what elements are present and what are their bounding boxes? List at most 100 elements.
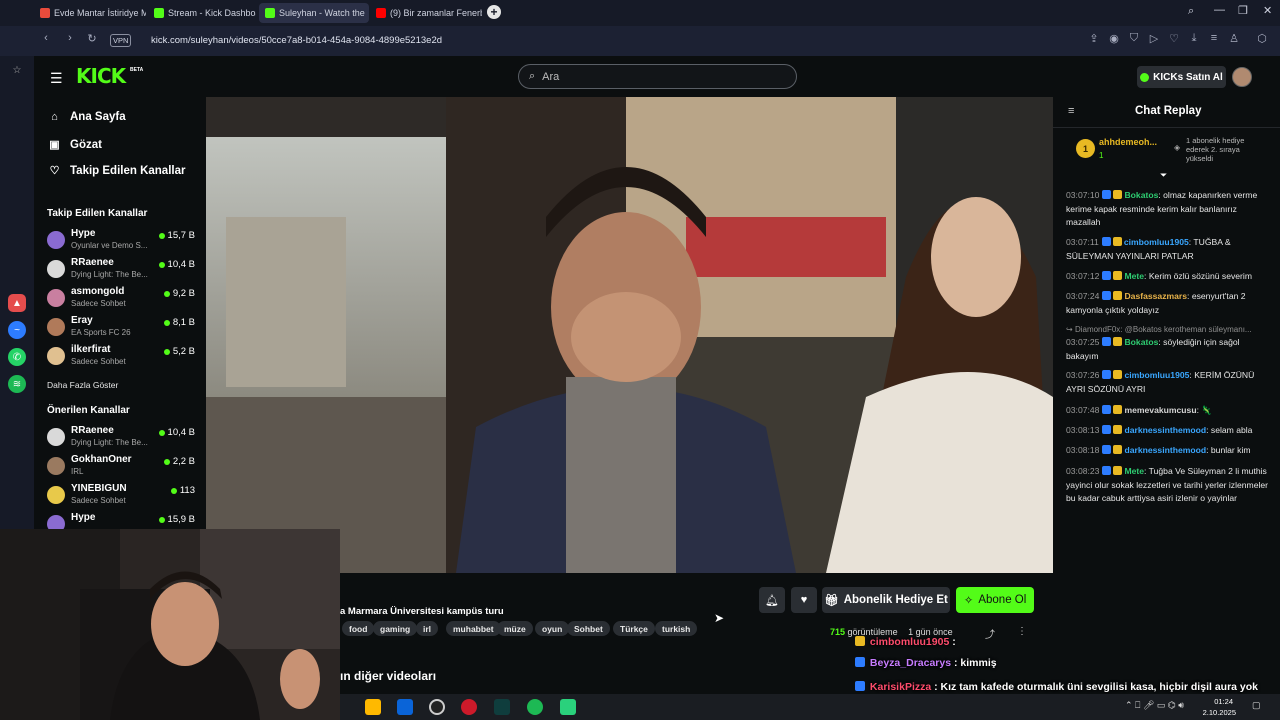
forward-icon[interactable]: › — [62, 32, 78, 44]
spotify-icon[interactable] — [527, 699, 543, 715]
tag-chip[interactable]: Sohbet — [567, 621, 610, 636]
channel-item[interactable]: Eray EA Sports FC 26 8,1 B — [47, 315, 197, 341]
nav-following[interactable]: ♡ Takip Edilen Kanallar — [48, 164, 186, 178]
beta-badge: BETA — [130, 67, 144, 73]
chat-username[interactable]: Bokatos — [1124, 337, 1158, 347]
share-icon[interactable]: ⇪ — [1086, 32, 1102, 45]
profile-icon[interactable]: ♙ — [1226, 32, 1242, 45]
app-icon[interactable]: ▲ — [8, 294, 26, 312]
avatar — [47, 260, 65, 278]
more-options-icon[interactable]: ⋮ — [1017, 626, 1027, 637]
follow-button[interactable]: ♥ — [791, 587, 817, 613]
gift-icon: 🎁︎ — [824, 595, 839, 607]
hamburger-icon[interactable]: ☰ — [50, 70, 63, 87]
nav-home[interactable]: ⌂ Ana Sayfa — [48, 111, 125, 123]
avatar[interactable] — [1232, 67, 1252, 87]
opera-icon[interactable] — [461, 699, 477, 715]
tag-chip[interactable]: food — [342, 621, 375, 636]
chat-username[interactable]: Bokatos — [1124, 190, 1158, 200]
chat-username[interactable]: darknessinthemood — [1124, 425, 1206, 435]
search-icon: ⌕ — [529, 70, 536, 82]
menu-icon[interactable]: ≡ — [1206, 32, 1222, 44]
share-icon[interactable]: ⤴ — [985, 626, 995, 641]
browser-tab[interactable]: (9) Bir zamanlar Fenerbahç — [370, 3, 482, 23]
minimize-icon[interactable]: — — [1214, 4, 1225, 16]
obs-icon[interactable] — [429, 699, 445, 715]
shield-icon[interactable]: ⛉ — [1126, 32, 1142, 45]
messenger-icon[interactable]: ~ — [8, 321, 26, 339]
outlook-icon[interactable] — [397, 699, 413, 715]
badge-icon — [1112, 237, 1122, 246]
buy-kicks-button[interactable]: KICKs Satın Al — [1137, 66, 1226, 88]
viewer-count: 8,1 B — [163, 317, 195, 328]
chat-username[interactable]: darknessinthemood — [1124, 445, 1206, 455]
app-icon[interactable] — [494, 699, 510, 715]
show-more-link[interactable]: Daha Fazla Göster — [47, 380, 118, 390]
camera-icon[interactable]: ◉ — [1106, 32, 1122, 45]
close-window-icon[interactable]: ✕ — [1263, 4, 1272, 17]
browser-tab[interactable]: Stream - Kick Dashboard — [148, 3, 256, 23]
search-input[interactable]: ⌕ Ara — [518, 64, 797, 89]
download-icon[interactable]: ⤓ — [1186, 32, 1202, 45]
collapse-chat-icon[interactable]: ≡ — [1068, 105, 1074, 117]
overlay-text: : Kız tam kafede oturmalık üni sevgilisi… — [934, 681, 1259, 693]
subscribe-button[interactable]: ✧ Abone Ol — [956, 587, 1034, 613]
new-tab-button[interactable]: + — [487, 5, 501, 19]
tag-chip[interactable]: gaming — [373, 621, 418, 636]
play-icon[interactable]: ▷ — [1146, 32, 1162, 45]
chat-username[interactable]: Dasfassazmars — [1124, 291, 1187, 301]
vpn-badge[interactable]: VPN — [110, 34, 132, 47]
video-player[interactable] — [206, 97, 1053, 573]
star-icon[interactable]: ☆ — [8, 61, 26, 79]
kick-logo[interactable]: KICK — [76, 64, 126, 88]
chat-username[interactable]: memevakumcusu — [1124, 405, 1196, 415]
chat-username[interactable]: Mete — [1124, 466, 1144, 476]
chat-message: 03:07:24 Dasfassazmars: esenyurt'tan 2 ka… — [1066, 291, 1246, 315]
tray-icons[interactable]: ⌃ ⎕ 🎤︎ ▭ ⌬ 🔊︎ — [1125, 700, 1184, 711]
tag-chip[interactable]: Türkçe — [613, 621, 655, 636]
viewer-count: 10,4 B — [158, 259, 195, 270]
filter-icon[interactable]: ⏷ — [1160, 170, 1167, 181]
heart-outline-icon[interactable]: ♡ — [1166, 32, 1182, 45]
nav-browse[interactable]: ▣ Gözat — [48, 138, 102, 152]
notification-button[interactable]: 🔔︎ — [759, 587, 785, 613]
gift-subscription-button[interactable]: 🎁︎ Abonelik Hediye Et — [822, 587, 950, 613]
tag-chip[interactable]: irl — [416, 621, 439, 636]
url-field[interactable]: VPN kick.com/suleyhan/videos/50cce7a8-b0… — [106, 31, 1186, 51]
browser-tab-active[interactable]: Suleyhan - Watch the✕ — [259, 3, 369, 23]
viewer-count: 10,4 B — [158, 427, 195, 438]
reload-icon[interactable]: ↻ — [84, 32, 100, 45]
chat-username[interactable]: cimbomluu1905 — [1124, 370, 1189, 380]
channel-item[interactable]: GokhanOner IRL 2,2 B — [47, 454, 197, 480]
notification-icon[interactable]: ▢ — [1252, 700, 1261, 711]
channel-item[interactable]: asmongold Sadece Sohbet 9,2 B — [47, 286, 197, 312]
favicon-icon — [154, 8, 164, 18]
channel-name: Eray — [71, 315, 93, 326]
channel-item[interactable]: RRaenee Dying Light: The Be... 10,4 B — [47, 257, 197, 283]
app-icon[interactable] — [560, 699, 576, 715]
extensions-icon[interactable]: ⬡ — [1254, 32, 1270, 45]
chat-title: Chat Replay — [1135, 105, 1202, 117]
channel-item[interactable]: ilkerfirat Sadece Sohbet 5,2 B — [47, 344, 197, 370]
search-tabs-icon[interactable]: ⌕ — [1188, 5, 1194, 18]
chat-username[interactable]: Mete — [1124, 271, 1144, 281]
tag-chip[interactable]: turkish — [655, 621, 698, 636]
tag-chip[interactable]: muhabbet — [446, 621, 501, 636]
pinned-user[interactable]: ahhdemeoh... — [1099, 137, 1157, 147]
explorer-icon[interactable] — [365, 699, 381, 715]
channel-item[interactable]: RRaenee Dying Light: The Be... 10,4 B — [47, 425, 197, 451]
live-dot-icon — [170, 487, 177, 494]
browser-tab[interactable]: Evde Mantar İstiridye Mar — [34, 3, 146, 23]
chat-text: bunlar kim — [1210, 445, 1251, 455]
whatsapp-icon[interactable]: ✆ — [8, 348, 26, 366]
channel-item[interactable]: Hype Oyunlar ve Demo S... 15,7 B — [47, 228, 197, 254]
tag-chip[interactable]: oyun — [535, 621, 570, 636]
channel-item[interactable]: YINEBIGUN Sadece Sohbet 113 — [47, 483, 197, 509]
tag-chip[interactable]: müze — [497, 621, 533, 636]
restore-icon[interactable]: ❐ — [1238, 4, 1248, 17]
overlay-username: cimbomluu1905 — [869, 636, 950, 648]
live-dot-icon — [158, 232, 165, 239]
chat-username[interactable]: cimbomluu1905 — [1124, 237, 1189, 247]
back-icon[interactable]: ‹ — [38, 32, 54, 44]
spotify-icon[interactable]: ≋ — [8, 375, 26, 393]
